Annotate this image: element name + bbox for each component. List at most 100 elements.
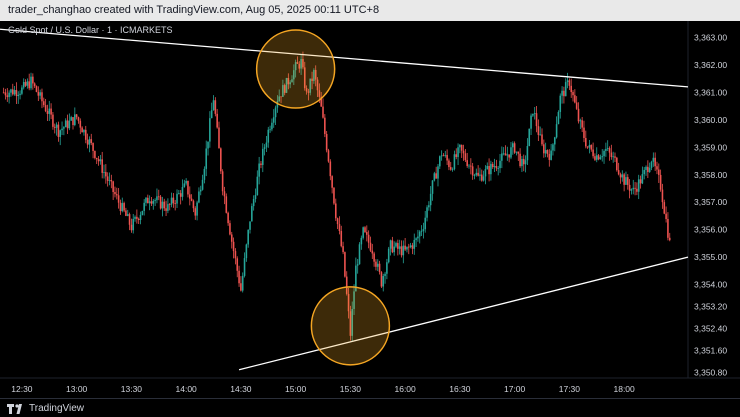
y-tick-label: 3,351.60 bbox=[694, 346, 727, 356]
candle-body bbox=[199, 189, 202, 192]
candle-body bbox=[334, 203, 337, 219]
candle-body bbox=[137, 218, 140, 221]
candle-body bbox=[225, 196, 228, 213]
candle-body bbox=[521, 158, 523, 167]
candle-body bbox=[574, 95, 576, 103]
candle-body bbox=[33, 83, 36, 87]
candle-body bbox=[143, 202, 145, 211]
candle-body bbox=[369, 242, 372, 251]
tradingview-logo[interactable]: TradingView bbox=[7, 403, 84, 414]
candle-body bbox=[616, 157, 618, 171]
candle-body bbox=[532, 113, 534, 116]
candle-body bbox=[123, 203, 125, 211]
candle-body bbox=[157, 196, 160, 198]
candle-body bbox=[271, 122, 273, 130]
candle-body bbox=[152, 200, 155, 204]
candle-body bbox=[141, 210, 144, 215]
candle-body bbox=[178, 193, 180, 194]
candle-body bbox=[466, 160, 468, 166]
candle-body bbox=[594, 156, 596, 160]
candle-body bbox=[588, 144, 591, 148]
candle-body bbox=[404, 245, 406, 250]
x-tick-label: 17:30 bbox=[559, 384, 581, 394]
candle-body bbox=[331, 176, 333, 188]
candle-body bbox=[50, 108, 52, 115]
candle-body bbox=[462, 150, 465, 154]
candle-body bbox=[533, 113, 536, 115]
candle-body bbox=[272, 117, 275, 123]
candle-body bbox=[572, 92, 574, 96]
candle-body bbox=[606, 148, 609, 149]
candle-body bbox=[92, 142, 94, 151]
candle-body bbox=[539, 134, 541, 136]
candle-body bbox=[26, 81, 29, 86]
candle-body bbox=[480, 174, 483, 181]
candle-body bbox=[68, 120, 71, 129]
candle-body bbox=[391, 240, 394, 253]
candle-body bbox=[63, 127, 65, 129]
highlight-circle-top bbox=[255, 29, 336, 109]
candle-body bbox=[597, 155, 600, 160]
candle-body bbox=[654, 157, 656, 167]
candle-body bbox=[437, 166, 439, 179]
candle-body bbox=[364, 227, 366, 233]
candle-body bbox=[636, 188, 638, 192]
x-tick-label: 16:30 bbox=[449, 384, 471, 394]
candle-body bbox=[95, 157, 98, 160]
candle-body bbox=[537, 126, 540, 135]
candle-body bbox=[455, 154, 458, 157]
candle-body bbox=[136, 216, 138, 219]
candle-body bbox=[417, 236, 419, 239]
candle-body bbox=[114, 191, 116, 195]
candle-body bbox=[117, 195, 120, 203]
candle-body bbox=[504, 153, 507, 156]
candle-body bbox=[643, 169, 646, 175]
candle-body bbox=[251, 206, 253, 222]
candle-body bbox=[176, 193, 178, 204]
candle-body bbox=[528, 128, 531, 147]
candle-body bbox=[595, 155, 598, 160]
candle-body bbox=[409, 245, 412, 248]
candle-body bbox=[97, 159, 100, 162]
candle-body bbox=[46, 111, 49, 114]
candle-body bbox=[389, 240, 392, 249]
chart-area[interactable]: 3,363.00 3,362.00 3,361.00 3,360.00 3,359.00… bbox=[0, 21, 740, 398]
candle-body bbox=[168, 204, 171, 205]
candle-body bbox=[479, 174, 481, 176]
candle-body bbox=[209, 118, 211, 142]
candle-body bbox=[344, 252, 346, 277]
chart-canvas[interactable]: 3,363.00 3,362.00 3,361.00 3,360.00 3,359.00… bbox=[0, 21, 740, 398]
candle-body bbox=[637, 179, 640, 192]
candle-body bbox=[380, 272, 383, 287]
candle-body bbox=[475, 172, 478, 176]
candle-body bbox=[243, 258, 246, 276]
candle-body bbox=[561, 90, 563, 96]
candle-body bbox=[512, 143, 514, 148]
candle-body bbox=[170, 197, 173, 205]
candle-body bbox=[517, 151, 520, 154]
candle-body bbox=[555, 124, 558, 138]
candle-body bbox=[249, 221, 251, 230]
candle-body bbox=[17, 94, 20, 97]
candle-body bbox=[579, 120, 582, 122]
candle-body bbox=[145, 197, 147, 203]
candle-body bbox=[154, 200, 156, 201]
candle-body bbox=[132, 218, 135, 231]
candle-body bbox=[415, 238, 417, 240]
candle-body bbox=[382, 276, 385, 287]
candle-body bbox=[188, 194, 191, 199]
candle-body bbox=[448, 160, 450, 168]
y-tick-label: 3,363.00 bbox=[694, 32, 727, 42]
candle-body bbox=[502, 153, 505, 155]
candle-body bbox=[628, 184, 631, 191]
candle-body bbox=[619, 174, 622, 178]
candle-body bbox=[440, 155, 443, 157]
symbol-title[interactable]: Gold Spot / U.S. Dollar · 1 · ICMARKETS bbox=[8, 25, 173, 35]
candle-body bbox=[101, 159, 103, 173]
candle-body bbox=[446, 155, 448, 161]
candle-body bbox=[179, 193, 182, 197]
candle-body bbox=[550, 150, 552, 160]
candle-body bbox=[196, 202, 198, 216]
candle-body bbox=[418, 231, 421, 237]
candle-body bbox=[238, 270, 240, 284]
